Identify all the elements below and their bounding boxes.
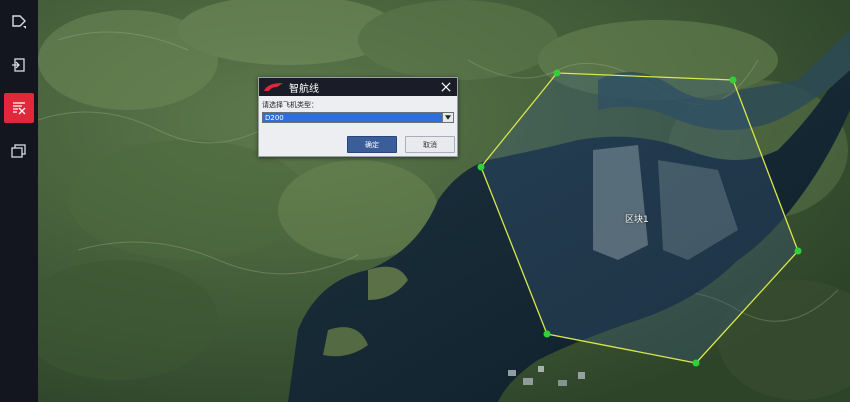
select-tool-button[interactable] — [4, 6, 34, 36]
route-edit-icon — [13, 102, 26, 115]
polygon-vertex[interactable] — [794, 247, 802, 255]
polygon-vertex[interactable] — [553, 69, 561, 77]
cancel-button[interactable]: 取消 — [405, 136, 455, 153]
left-toolbar — [0, 0, 39, 402]
aircraft-type-label: 请选择飞机类型： — [262, 101, 318, 109]
polygon-vertex[interactable] — [729, 76, 737, 84]
aircraft-type-select[interactable]: D200 — [262, 112, 454, 123]
route-tool-button[interactable] — [4, 93, 34, 123]
polygon-vertices — [477, 69, 802, 367]
chevron-down-icon — [445, 115, 451, 120]
brand-logo-icon — [264, 83, 283, 91]
select-arrow-icon — [12, 15, 26, 29]
satellite-map[interactable] — [38, 0, 850, 402]
dropdown-arrow[interactable] — [442, 113, 453, 122]
close-button[interactable] — [439, 80, 453, 94]
import-tool-button[interactable] — [4, 50, 34, 80]
aircraft-select-dialog: 智航线 请选择飞机类型： D200 确定 取消 — [258, 77, 458, 157]
layers-tool-button[interactable] — [4, 136, 34, 166]
close-icon — [441, 82, 451, 92]
ok-button[interactable]: 确定 — [347, 136, 397, 153]
dialog-titlebar[interactable]: 智航线 — [259, 78, 457, 96]
dialog-title: 智航线 — [289, 83, 319, 95]
layers-icon — [11, 144, 26, 158]
polygon-vertex[interactable] — [692, 359, 700, 367]
aircraft-type-value: D200 — [265, 114, 284, 122]
polygon-vertex[interactable] — [543, 330, 551, 338]
polygon-vertex[interactable] — [477, 163, 485, 171]
import-icon — [12, 58, 25, 72]
polygon-label: 区块1 — [625, 215, 649, 225]
